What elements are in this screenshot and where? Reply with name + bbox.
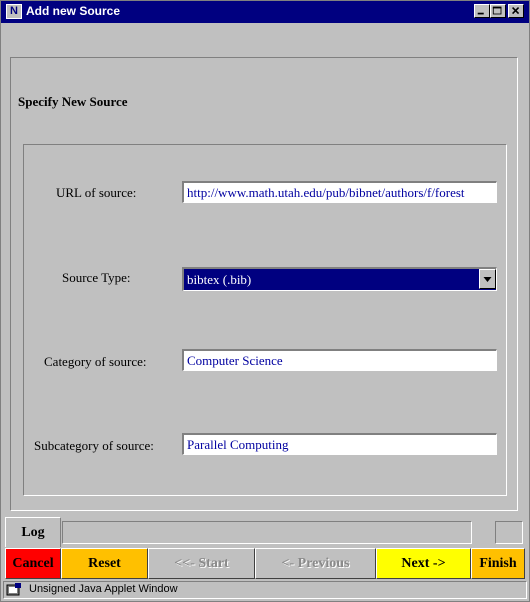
start-button[interactable]: <<- Start: [148, 548, 255, 579]
minimize-icon[interactable]: [474, 4, 490, 18]
window-title: Add new Source: [26, 4, 121, 18]
finish-button[interactable]: Finish: [471, 548, 525, 579]
category-input[interactable]: Computer Science: [182, 349, 497, 371]
netscape-icon: N: [6, 4, 22, 19]
previous-button[interactable]: <- Previous: [255, 548, 376, 579]
source-type-value: bibtex (.bib): [187, 272, 252, 287]
source-type-select[interactable]: bibtex (.bib): [182, 267, 497, 291]
log-tab[interactable]: Log: [5, 517, 61, 547]
subcategory-label: Subcategory of source:: [34, 438, 154, 453]
url-label: URL of source:: [56, 185, 137, 200]
log-indicator: [495, 521, 523, 544]
status-text: Unsigned Java Applet Window: [29, 583, 178, 595]
reset-button[interactable]: Reset: [61, 548, 148, 579]
next-button[interactable]: Next ->: [376, 548, 471, 579]
category-label: Category of source:: [44, 354, 147, 369]
log-output: [62, 521, 472, 544]
cancel-button[interactable]: Cancel: [5, 548, 61, 579]
subcategory-input[interactable]: Parallel Computing: [182, 433, 497, 455]
url-input[interactable]: http://www.math.utah.edu/pub/bibnet/auth…: [182, 181, 497, 203]
maximize-icon[interactable]: [490, 4, 506, 18]
close-icon[interactable]: [508, 4, 524, 18]
java-applet-icon: [6, 583, 22, 597]
chevron-down-icon[interactable]: [479, 269, 496, 289]
source-type-label: Source Type:: [62, 270, 131, 285]
section-title: Specify New Source: [18, 94, 128, 109]
